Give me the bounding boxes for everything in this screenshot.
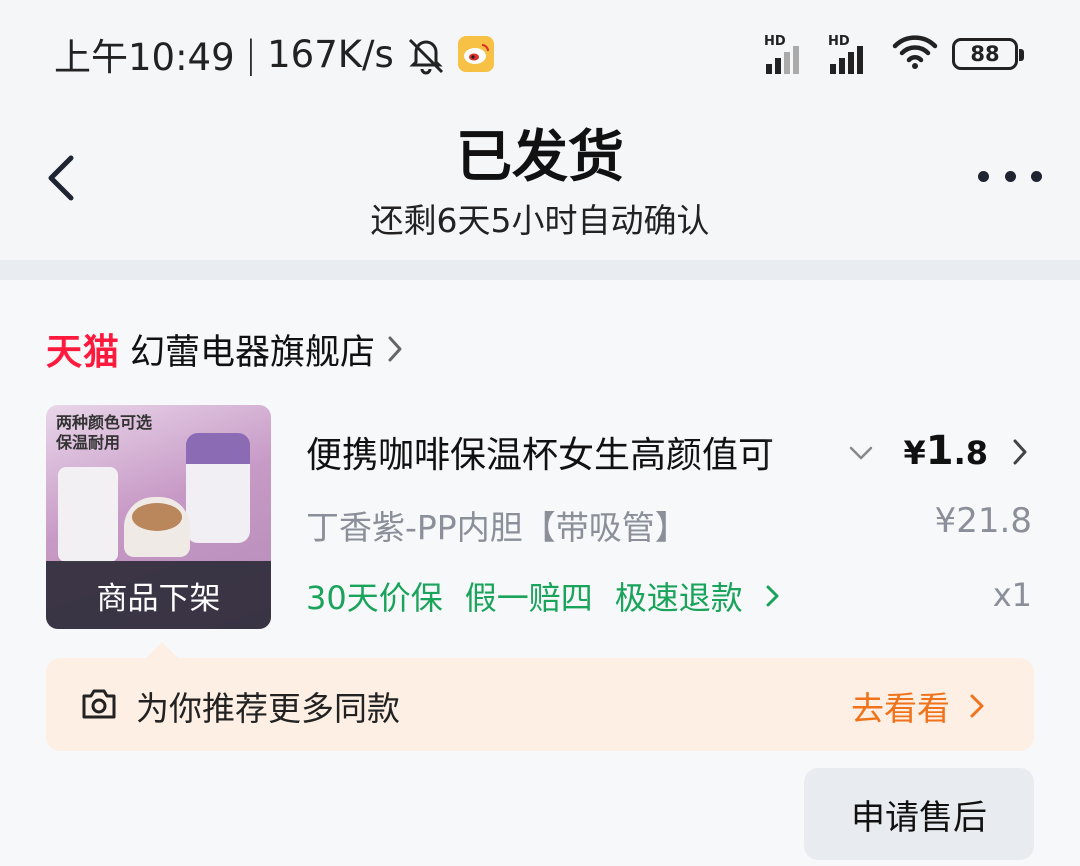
status-left: 上午10:49 | 167K/s: [54, 30, 494, 79]
weibo-icon: [457, 36, 494, 72]
battery-level: 88: [970, 42, 1000, 66]
status-right: HD HD 88: [764, 32, 1024, 76]
price-decimal: .8: [953, 434, 988, 472]
see-more-link[interactable]: 去看看: [851, 682, 986, 730]
dot-icon: [1031, 170, 1042, 182]
chevron-down-icon[interactable]: [846, 438, 876, 468]
product-sku: 丁香紫-PP内胆【带吸管】: [306, 508, 688, 547]
price-integer: 1: [925, 428, 954, 474]
signal-strength-icon-2: HD: [828, 34, 878, 74]
image-caption-line1: 两种颜色可选: [56, 413, 153, 432]
original-price: ¥21.8: [934, 501, 1032, 541]
auto-confirm-countdown: 还剩6天5小时自动确认: [370, 201, 710, 240]
signal-strength-icon: HD: [764, 34, 814, 74]
chevron-right-icon: [766, 585, 779, 607]
cup-illustration: [132, 503, 182, 531]
service-fake-compensation: 假一赔四: [464, 579, 593, 617]
chevron-right-icon: [388, 336, 402, 362]
status-separator: |: [244, 32, 258, 76]
tmall-badge: 天猫: [46, 332, 121, 373]
price-symbol: ¥: [903, 434, 926, 472]
service-fast-refund: 极速退款: [614, 579, 743, 617]
apply-after-sale-button[interactable]: 申请售后: [804, 768, 1034, 860]
recommend-pointer: [146, 642, 178, 658]
dot-icon: [978, 170, 989, 182]
product-offline-overlay: 商品下架: [46, 561, 271, 629]
see-more-label: 去看看: [851, 689, 950, 728]
service-guarantees[interactable]: 30天价保 假一赔四 极速退款: [306, 573, 781, 619]
chevron-right-icon[interactable]: [1010, 436, 1030, 468]
dot-icon: [1004, 170, 1016, 182]
wifi-icon: [892, 34, 938, 74]
bell-off-icon: [404, 32, 448, 76]
page-title: 已发货: [456, 125, 624, 190]
image-caption-line2: 保温耐用: [56, 433, 121, 452]
status-bar: 上午10:49 | 167K/s HD HD 88: [0, 0, 1080, 110]
more-options-button[interactable]: [978, 166, 1042, 186]
page-header: 已发货 还剩6天5小时自动确认: [0, 110, 1080, 260]
camera-icon: [82, 689, 116, 719]
network-speed: 167K/s: [267, 32, 394, 76]
clock: 上午10:49: [54, 36, 235, 79]
cup-illustration: [58, 467, 118, 562]
shop-link[interactable]: 天猫 幻蕾电器旗舰店: [46, 324, 405, 374]
product-title-row[interactable]: 便携咖啡保温杯女生高颜值可 ¥1.8: [306, 426, 1036, 478]
current-price: ¥1.8: [903, 428, 988, 474]
order-card: 天猫 幻蕾电器旗舰店 两种颜色可选 保温耐用 商品下架 便携咖啡保温杯女生高颜值…: [0, 280, 1080, 866]
section-divider: [0, 260, 1080, 280]
product-title: 便携咖啡保温杯女生高颜值可: [306, 435, 775, 476]
cup-illustration: [186, 433, 250, 543]
similar-recommendation-banner[interactable]: 为你推荐更多同款 去看看: [46, 658, 1034, 751]
service-price-protection: 30天价保: [306, 579, 443, 617]
quantity: x1: [992, 576, 1032, 614]
battery-icon: 88: [952, 38, 1024, 70]
shop-name: 幻蕾电器旗舰店: [130, 332, 376, 373]
recommend-text: 为你推荐更多同款: [136, 689, 400, 728]
product-image[interactable]: 两种颜色可选 保温耐用 商品下架: [46, 405, 271, 629]
product-image-caption: 两种颜色可选 保温耐用: [56, 413, 152, 453]
chevron-right-icon: [970, 694, 984, 718]
